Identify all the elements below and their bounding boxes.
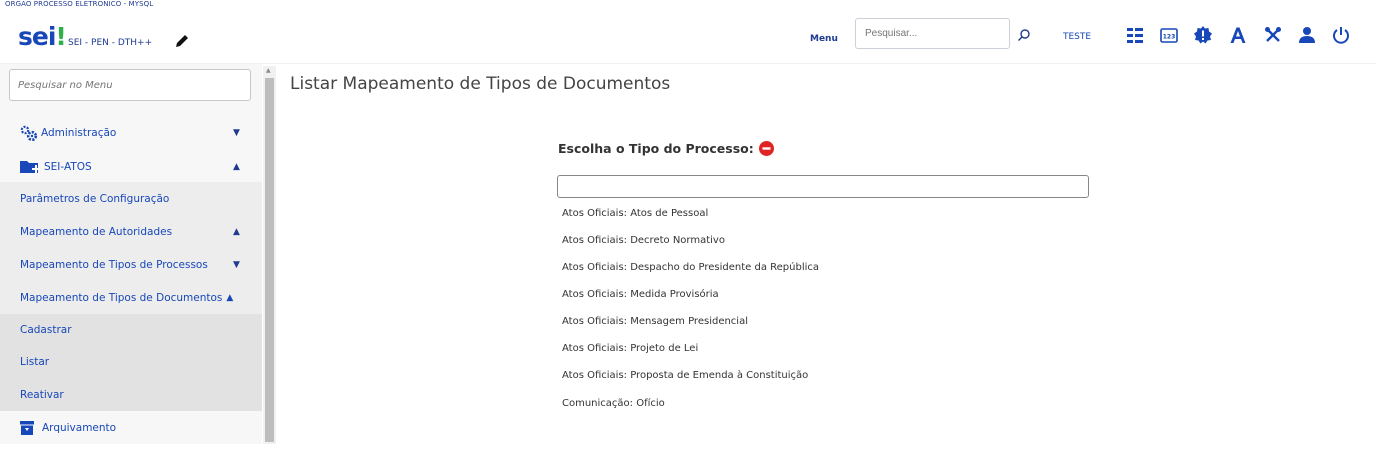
sidebar-item-reativar[interactable]: Reativar: [0, 378, 262, 411]
search-input[interactable]: [855, 18, 1010, 49]
sidebar-item-mapeamento-tipos-documentos[interactable]: Mapeamento de Tipos de Documentos ▲: [0, 281, 262, 314]
chevron-down-icon: ▼: [233, 259, 240, 270]
certificate-icon[interactable]: [1192, 24, 1214, 46]
power-icon[interactable]: [1330, 24, 1352, 46]
sidebar-item-parametros[interactable]: Parâmetros de Configuração: [0, 182, 262, 215]
list-item[interactable]: Atos Oficiais: Despacho do Presidente da…: [562, 262, 819, 273]
font-size-icon[interactable]: [1227, 24, 1249, 46]
sidebar-item-label: Cadastrar: [20, 324, 72, 336]
search-icon[interactable]: [1017, 28, 1031, 42]
svg-text:123: 123: [1163, 33, 1176, 40]
sidebar-item-label: Listar: [20, 356, 50, 368]
menu-search-input[interactable]: [9, 69, 251, 101]
sidebar-item-administracao[interactable]: Administração ▼: [0, 122, 262, 144]
user-icon[interactable]: [1296, 24, 1318, 46]
sei-logo[interactable]: sei!: [18, 22, 67, 51]
page-title: Listar Mapeamento de Tipos de Documentos: [290, 74, 671, 94]
list-item[interactable]: Atos Oficiais: Decreto Normativo: [562, 235, 725, 246]
list-item[interactable]: Comunicação: Ofício: [562, 398, 665, 409]
sidebar-item-listar[interactable]: Listar: [0, 346, 262, 378]
list-item[interactable]: Atos Oficiais: Mensagem Presidencial: [562, 316, 748, 327]
remove-icon[interactable]: [758, 141, 774, 156]
process-type-filter-input[interactable]: [557, 175, 1089, 198]
top-bar: ORGAO PROCESSO ELETRONICO - MYSQL sei! S…: [0, 0, 1376, 64]
sidebar-item-label: Mapeamento de Autoridades: [20, 225, 173, 238]
numbered-badge-icon[interactable]: 123: [1158, 24, 1180, 46]
sidebar-item-label: Parâmetros de Configuração: [20, 192, 170, 205]
sidebar-item-label: Reativar: [20, 388, 64, 401]
sidebar-item-label: Arquivamento: [42, 422, 117, 434]
gears-icon: [20, 125, 38, 141]
system-name: SEI - PEN - DTH++: [68, 38, 153, 48]
process-type-label: Escolha o Tipo do Processo:: [558, 141, 754, 156]
menu-toggle-button[interactable]: Menu: [810, 34, 838, 44]
sidebar-item-sei-atos[interactable]: SEI-ATOS ▲: [0, 156, 262, 178]
logo-bang: !: [55, 22, 66, 51]
folder-icon: [20, 161, 40, 173]
list-view-icon[interactable]: [1124, 24, 1146, 46]
org-name: ORGAO PROCESSO ELETRONICO - MYSQL: [5, 0, 154, 8]
sidebar-scroll-thumb[interactable]: [265, 78, 274, 442]
sidebar-item-mapeamento-autoridades[interactable]: Mapeamento de Autoridades ▲: [0, 215, 262, 248]
scroll-up-arrow[interactable]: ▲: [266, 67, 271, 74]
sidebar-item-arquivamento[interactable]: Arquivamento: [0, 416, 262, 440]
chevron-up-icon: ▲: [226, 292, 234, 303]
chevron-up-icon: ▲: [233, 162, 240, 172]
archive-icon: [20, 421, 34, 435]
sidebar-item-cadastrar[interactable]: Cadastrar: [0, 314, 262, 346]
sidebar-item-label: Mapeamento de Tipos de Processos: [20, 258, 208, 271]
list-item[interactable]: Atos Oficiais: Atos de Pessoal: [562, 208, 708, 219]
list-item[interactable]: Atos Oficiais: Projeto de Lei: [562, 343, 698, 354]
list-item[interactable]: Atos Oficiais: Medida Provisória: [562, 289, 719, 300]
sidebar-item-mapeamento-tipos-processos[interactable]: Mapeamento de Tipos de Processos ▼: [0, 248, 262, 281]
unit-selector[interactable]: TESTE: [1063, 32, 1091, 42]
pencil-icon[interactable]: [174, 34, 190, 48]
chevron-up-icon: ▲: [233, 226, 240, 237]
process-type-heading: Escolha o Tipo do Processo:: [558, 141, 774, 156]
chevron-down-icon: ▼: [233, 128, 240, 138]
sidebar-item-label: Administração: [41, 127, 117, 139]
list-item[interactable]: Atos Oficiais: Proposta de Emenda à Cons…: [562, 370, 808, 381]
logo-text: sei: [18, 22, 56, 51]
tools-icon[interactable]: [1262, 24, 1284, 46]
sidebar-item-label: Mapeamento de Tipos de Documentos: [20, 291, 223, 304]
sidebar-item-label: SEI-ATOS: [44, 161, 92, 173]
